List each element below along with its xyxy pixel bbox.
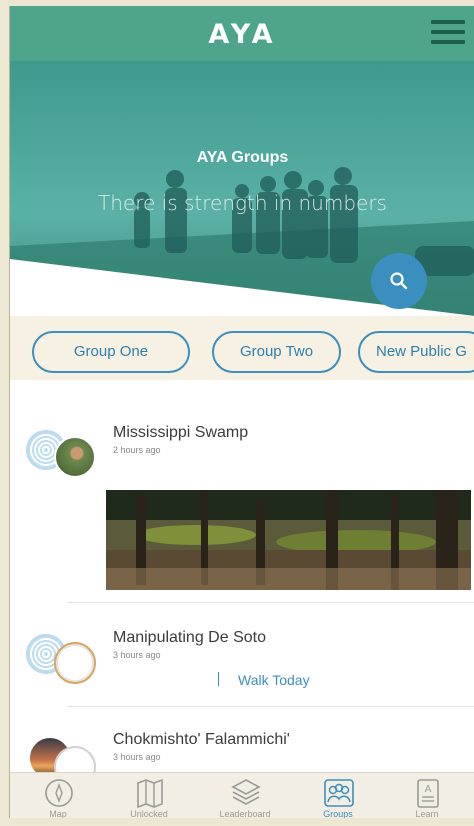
nav-label: Unlocked	[130, 809, 168, 818]
hamburger-menu-icon[interactable]	[431, 20, 465, 46]
group-chip-group-two[interactable]: Group Two	[212, 331, 341, 373]
feed-divider	[67, 706, 474, 707]
nav-label: Leaderboard	[219, 809, 271, 818]
group-chip-row: Group One Group Two New Public G	[10, 316, 474, 380]
nav-item-unlocked[interactable]: Unlocked	[104, 773, 194, 818]
svg-text:A: A	[425, 784, 432, 795]
link-separator	[218, 672, 219, 686]
hero-title: AYA Groups	[196, 149, 289, 166]
nav-label: Map	[49, 809, 67, 818]
post-timestamp: 3 hours ago	[113, 650, 161, 660]
post-title: Chokmishto' Falammichi'	[113, 731, 290, 748]
map-icon	[137, 778, 163, 809]
nav-item-leaderboard[interactable]: Leaderboard	[200, 773, 290, 818]
nav-label: Learn	[415, 809, 439, 818]
post-title: Manipulating De Soto	[113, 629, 266, 646]
walk-today-link[interactable]: Walk Today	[224, 672, 310, 688]
post-timestamp: 3 hours ago	[113, 752, 161, 762]
nav-item-learn[interactable]: A Learn	[382, 773, 472, 818]
nav-item-groups[interactable]: Groups	[293, 773, 383, 818]
app-frame: AYA AYA Groups There is strength in numb…	[9, 6, 474, 818]
layers-icon	[231, 779, 261, 805]
group-feed: Mississippi Swamp 2 hours ago Manipulati…	[10, 380, 474, 788]
post-photo-swamp[interactable]	[106, 490, 471, 590]
post-title: Mississippi Swamp	[113, 424, 249, 441]
search-icon	[390, 272, 408, 290]
user-avatar	[54, 642, 96, 684]
hero-subtitle: There is strength in numbers	[98, 191, 387, 215]
search-button[interactable]	[371, 253, 427, 309]
group-chip-new-public[interactable]: New Public G	[358, 331, 474, 373]
nav-label: Groups	[323, 809, 353, 818]
swamp-image	[106, 490, 471, 590]
book-icon: A	[417, 779, 439, 808]
post-timestamp: 2 hours ago	[113, 445, 161, 455]
group-chip-group-one[interactable]: Group One	[32, 331, 190, 373]
feed-divider	[67, 602, 474, 603]
compass-icon	[45, 779, 73, 807]
app-logo: AYA	[208, 19, 277, 50]
user-avatar	[54, 436, 96, 478]
nav-item-map[interactable]: Map	[13, 773, 103, 818]
bottom-navigation: Map Unlocked Leaderboard Groups A Learn	[10, 772, 474, 818]
group-icon	[324, 779, 354, 807]
top-bar: AYA	[10, 6, 474, 61]
